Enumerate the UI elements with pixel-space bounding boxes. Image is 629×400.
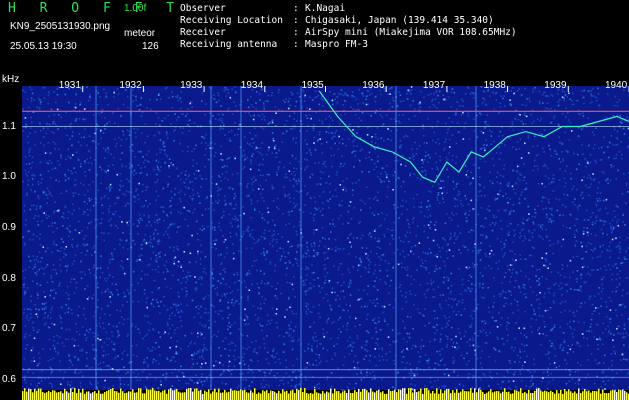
vertical-streak — [240, 86, 242, 390]
vertical-streak — [130, 86, 132, 390]
vertical-streak — [95, 86, 97, 390]
y-tick-label: 1.0 — [2, 171, 16, 183]
y-tick-label: 0.6 — [2, 373, 16, 385]
meteor-label: meteor — [124, 28, 156, 39]
x-tick-label: 1939 — [544, 80, 567, 91]
app-title: H R O F F T — [8, 1, 183, 16]
timestamp: 25.05.13 19:30 — [10, 41, 77, 52]
y-tick-label: 0.9 — [2, 221, 16, 233]
x-tick-label: 1935 — [301, 80, 324, 91]
info-key: Receiver — [180, 27, 226, 38]
info-row-observer: Observer: K.Nagai — [180, 3, 346, 14]
spectrogram: kHz 1931 1932 1933 1934 1935 1936 1937 1938 1939… — [0, 74, 629, 400]
x-tick-label: 1940 — [605, 80, 628, 91]
info-row-location: Receiving Location: Chigasaki, Japan (139… — [180, 15, 494, 26]
y-tick-label: 0.7 — [2, 323, 16, 335]
info-value: Maspro FM-3 — [305, 39, 368, 50]
vertical-streak — [300, 86, 302, 390]
x-tick-label: 1933 — [180, 80, 203, 91]
info-value: Chigasaki, Japan (139.414 35.340) — [305, 15, 494, 26]
vertical-streak — [210, 86, 212, 390]
x-tick-label: 1936 — [362, 80, 385, 91]
x-tick-label: 1932 — [119, 80, 142, 91]
info-key: Receiving Location — [180, 15, 283, 26]
vertical-streak — [475, 86, 477, 390]
spectrogram-canvas — [22, 86, 629, 400]
info-value: K.Nagai — [305, 3, 346, 14]
app-version: 1.00f — [124, 3, 147, 14]
x-tick-label: 1937 — [422, 80, 446, 91]
y-tick-label: 1.1 — [2, 120, 16, 132]
info-value: AirSpy mini (Miakejima VOR 108.65MHz) — [305, 27, 517, 38]
x-tick-label: 1934 — [240, 80, 264, 91]
info-key: Receiving antenna — [180, 39, 278, 50]
file-name: KN9_2505131930.png — [10, 21, 111, 32]
x-tick-label: 1931 — [58, 80, 81, 91]
y-axis-label: kHz — [2, 74, 20, 85]
vertical-streak — [395, 86, 397, 390]
info-row-antenna: Receiving antenna: Maspro FM-3 — [180, 39, 368, 50]
header: H R O F F T 1.00f KN9_2505131930.png met… — [0, 0, 629, 74]
info-key: Observer — [180, 3, 226, 14]
station-info: Observer: K.Nagai Receiving Location: Chig… — [180, 3, 517, 51]
meteor-count: 126 — [142, 41, 159, 52]
info-row-receiver: Receiver: AirSpy mini (Miakejima VOR 108.… — [180, 27, 517, 38]
x-tick-label: 1938 — [483, 80, 506, 91]
y-tick-label: 0.8 — [2, 272, 16, 284]
spectrogram-background — [22, 86, 629, 390]
